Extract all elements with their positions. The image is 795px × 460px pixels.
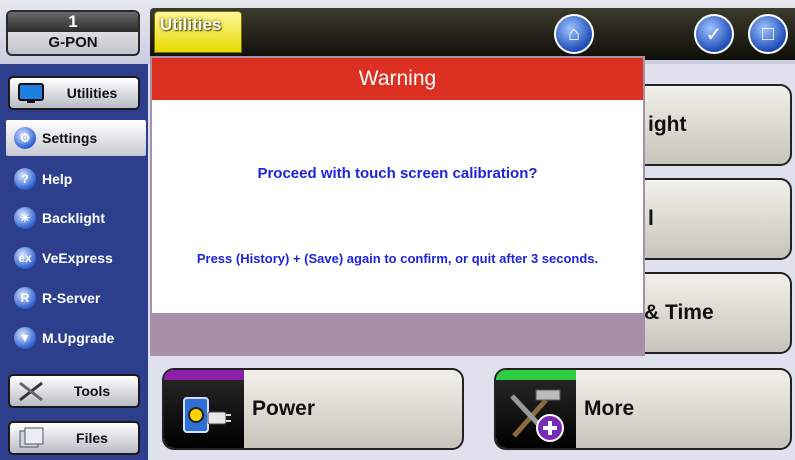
sidebar-item-label: M.Upgrade	[42, 330, 115, 346]
home-icon: ⌂	[567, 22, 581, 45]
home-button[interactable]: ⌂	[554, 14, 594, 54]
dialog-question: Proceed with touch screen calibration?	[257, 165, 538, 182]
dialog-body: Proceed with touch screen calibration? P…	[152, 100, 643, 313]
tile-terminal[interactable]: l	[620, 178, 792, 260]
tile-date-time[interactable]: & Time	[620, 272, 792, 354]
port-number: 1	[8, 12, 138, 32]
sidebar-tools-button[interactable]: Tools	[8, 374, 140, 408]
sidebar-item-r-server[interactable]: R R-Server	[6, 280, 146, 316]
sidebar-item-backlight[interactable]: ☀ Backlight	[6, 200, 146, 236]
dialog-instruction: Press (History) + (Save) again to confir…	[196, 251, 599, 266]
sidebar-utilities-button[interactable]: Utilities	[8, 76, 140, 110]
tile-more[interactable]: More	[494, 368, 792, 450]
section-tab-utilities[interactable]: Utilities	[154, 11, 242, 53]
tools-plus-icon	[510, 389, 564, 442]
sidebar-item-label: Help	[42, 171, 73, 187]
sidebar-utilities-label: Utilities	[66, 85, 118, 101]
sidebar-item-veexpress[interactable]: ex VeExpress	[6, 240, 146, 276]
tools-icon	[16, 379, 46, 403]
tools-check-icon: ✓	[705, 23, 723, 46]
tools-check-button[interactable]: ✓	[694, 14, 734, 54]
upgrade-icon: ▼	[14, 327, 36, 349]
tile-backlight[interactable]: ight	[620, 84, 792, 166]
tile-stripe	[496, 370, 576, 380]
sidebar-item-label: VeExpress	[42, 250, 113, 266]
sidebar-item-label: Settings	[42, 130, 98, 146]
sidebar-files-button[interactable]: Files	[8, 421, 140, 455]
sidebar-item-help[interactable]: ? Help	[6, 161, 146, 197]
r-server-icon: R	[14, 287, 36, 309]
power-tile-icon-box	[164, 370, 244, 448]
backlight-icon: ☀	[14, 207, 36, 229]
sidebar-item-settings[interactable]: ⚙ Settings	[6, 120, 146, 156]
tile-stripe	[164, 370, 244, 380]
veexpress-icon: ex	[14, 247, 36, 269]
dialog-title: Warning	[152, 58, 643, 100]
sidebar-item-m-upgrade[interactable]: ▼ M.Upgrade	[6, 320, 146, 356]
section-tab-label: Utilities	[160, 15, 222, 34]
folder-button[interactable]: □	[748, 14, 788, 54]
tile-power[interactable]: Power	[162, 368, 464, 450]
sidebar-item-label: Backlight	[42, 210, 106, 226]
sidebar-tools-label: Tools	[73, 383, 111, 399]
more-tile-icon-box	[496, 370, 576, 448]
tile-label: More	[584, 397, 635, 420]
sidebar-files-label: Files	[76, 430, 108, 446]
port-label: G-PON	[48, 34, 98, 51]
monitor-icon	[16, 81, 46, 105]
sidebar-item-label: R-Server	[42, 290, 101, 306]
tile-label: Power	[252, 397, 316, 420]
settings-icon: ⚙	[14, 127, 36, 149]
help-icon: ?	[14, 168, 36, 190]
port-selector-button[interactable]: 1 G-PON	[6, 10, 140, 56]
power-plug-icon	[183, 397, 231, 433]
files-icon	[16, 426, 46, 450]
folder-icon: □	[761, 22, 775, 45]
